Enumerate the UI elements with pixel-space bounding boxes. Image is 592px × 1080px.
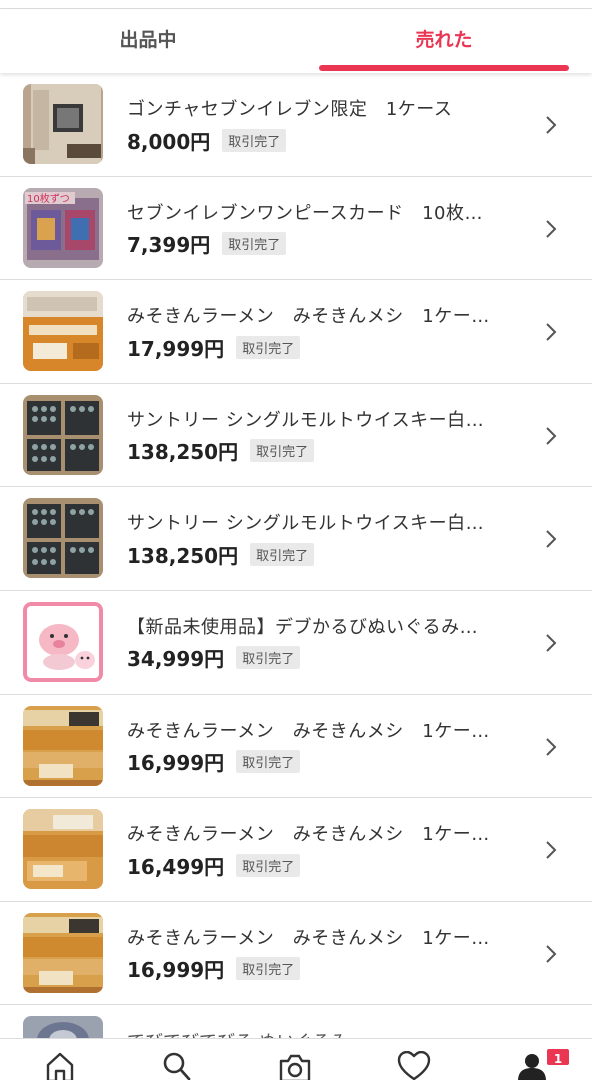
item-title: セブンイレブンワンピースカード 10枚… (127, 202, 484, 224)
chevron-right-icon (546, 841, 557, 859)
tab-sold[interactable]: 売れた (296, 9, 592, 73)
list-item[interactable]: みそきんラーメン みそきんメシ 1ケー… 16,999円 取引完了 (0, 902, 592, 1006)
chevron-right-icon (546, 945, 557, 963)
item-price: 8,000円 (127, 129, 211, 154)
list-item[interactable]: 【新品未使用品】デブかるびぬいぐるみ… 34,999円 取引完了 (0, 591, 592, 695)
item-title: でびでびでびる ぬいぐるみ (127, 1028, 517, 1038)
status-badge: 取引完了 (236, 853, 301, 877)
item-price: 138,250円 (127, 440, 239, 465)
list-item[interactable]: サントリー シングルモルトウイスキー白… 138,250円 取引完了 (0, 384, 592, 488)
status-badge: 取引完了 (236, 750, 301, 774)
list-item[interactable]: みそきんラーメン みそきんメシ 1ケー… 17,999円 取引完了 (0, 280, 592, 384)
item-price: 138,250円 (127, 543, 239, 568)
item-thumbnail (23, 912, 103, 993)
svg-text:10枚ずつ: 10枚ずつ (27, 192, 70, 205)
item-title: みそきんラーメン みそきんメシ 1ケー… (127, 306, 490, 328)
chevron-right-icon (546, 116, 557, 134)
camera-icon[interactable] (277, 1051, 313, 1080)
chevron-right-icon (546, 219, 557, 238)
item-title: みそきんラーメン みそきんメシ 1ケー… (127, 927, 490, 949)
item-thumbnail (23, 498, 103, 579)
item-price: 16,999円 (127, 958, 225, 983)
status-badge: 取引完了 (222, 232, 287, 256)
home-icon[interactable] (42, 1051, 78, 1080)
item-thumbnail: 10枚ずつ (23, 187, 103, 268)
list-item[interactable]: サントリー シングルモルトウイスキー白… 138,250円 取引完了 (0, 487, 592, 591)
item-thumbnail (23, 84, 103, 164)
item-title: 【新品未使用品】デブかるびぬいぐるみ… (127, 616, 479, 638)
chevron-right-icon (546, 530, 557, 549)
sold-items-list: ゴンチャセブンイレブン限定 1ケース 8,000円 取引完了 10枚ずつ セブン… (0, 73, 592, 1047)
bottom-navigation (0, 1038, 592, 1080)
chevron-right-icon (546, 737, 557, 756)
item-title: みそきんラーメン みそきんメシ 1ケー… (127, 720, 490, 742)
chevron-right-icon (546, 427, 557, 445)
item-title: みそきんラーメン みそきんメシ 1ケー… (127, 824, 490, 846)
list-item[interactable]: みそきんラーメン みそきんメシ 1ケー… 16,999円 取引完了 (0, 695, 592, 799)
list-item[interactable]: 10枚ずつ セブンイレブンワンピースカード 10枚… 7,399円 取引完了 (0, 177, 592, 281)
item-title: サントリー シングルモルトウイスキー白… (127, 409, 485, 431)
status-badge: 取引完了 (236, 646, 301, 670)
item-price: 17,999円 (127, 336, 225, 361)
item-thumbnail (23, 809, 103, 890)
item-title: サントリー シングルモルトウイスキー白… (127, 513, 485, 535)
status-badge: 取引完了 (236, 957, 301, 981)
tab-listing[interactable]: 出品中 (0, 9, 296, 73)
status-badge: 取引完了 (222, 128, 287, 152)
item-thumbnail (23, 394, 103, 475)
list-item[interactable]: みそきんラーメン みそきんメシ 1ケー… 16,499円 取引完了 (0, 798, 592, 902)
active-tab-indicator (319, 65, 569, 71)
item-price: 34,999円 (127, 647, 225, 672)
heart-icon[interactable] (396, 1051, 432, 1080)
notification-badge: 1 (545, 1047, 571, 1067)
item-price: 16,999円 (127, 751, 225, 776)
chevron-right-icon (546, 323, 557, 341)
status-badge: 取引完了 (236, 335, 301, 359)
item-price: 7,399円 (127, 233, 211, 258)
search-icon[interactable] (159, 1051, 195, 1080)
chevron-right-icon (546, 634, 557, 652)
status-badge: 取引完了 (250, 542, 315, 566)
status-badge: 取引完了 (250, 439, 315, 463)
item-thumbnail (23, 601, 103, 682)
item-title: ゴンチャセブンイレブン限定 1ケース (127, 99, 453, 120)
item-thumbnail (23, 291, 103, 372)
item-thumbnail (23, 705, 103, 786)
item-price: 16,499円 (127, 854, 225, 879)
list-item[interactable]: ゴンチャセブンイレブン限定 1ケース 8,000円 取引完了 (0, 73, 592, 177)
tab-bar: 出品中 売れた (0, 9, 592, 73)
